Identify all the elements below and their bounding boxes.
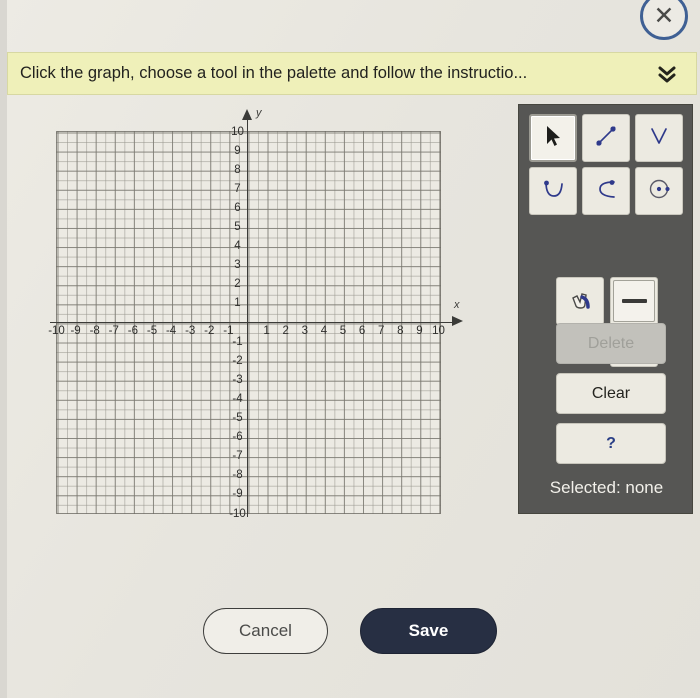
circle-with-center-icon <box>643 173 675 210</box>
y-tick-label: -6 <box>232 431 243 444</box>
absolute-value-tool[interactable] <box>635 114 683 162</box>
y-tick-label: -4 <box>232 392 243 405</box>
page-left-edge <box>0 0 7 698</box>
close-button[interactable]: ✕ <box>640 0 688 40</box>
parabola-tool[interactable] <box>529 167 577 215</box>
y-tick-label: 9 <box>234 144 241 157</box>
y-tick-label: 10 <box>231 125 244 138</box>
clear-button[interactable]: Clear <box>556 373 666 414</box>
sideways-parabola-tool[interactable] <box>582 167 630 215</box>
y-axis-label: y <box>256 107 262 119</box>
pointer-tool[interactable] <box>529 114 577 162</box>
x-axis <box>50 322 454 323</box>
y-tick-label: -5 <box>232 412 243 424</box>
y-tick-label: -10 <box>229 507 246 520</box>
x-tick-label: 3 <box>301 324 308 337</box>
help-button[interactable]: ? <box>556 423 666 464</box>
x-tick-label: 10 <box>432 324 445 337</box>
x-tick-label: -8 <box>89 324 100 337</box>
y-tick-label: 7 <box>234 182 241 195</box>
tool-palette: Delete Clear ? Selected: none <box>518 104 693 514</box>
cancel-button[interactable]: Cancel <box>203 608 328 654</box>
coordinate-graph[interactable]: x y -10 -9 -8 -7 -6 -5 -4 -3 -2 -1 1 2 3 4 5 6 7 8 9 10 10 9 8… <box>48 107 463 520</box>
x-tick-label: -10 <box>48 324 65 337</box>
x-tick-label: 1 <box>263 324 270 337</box>
x-tick-label: 5 <box>339 324 347 337</box>
y-tick-label: 6 <box>234 201 241 214</box>
footer-actions: Cancel Save <box>0 608 700 654</box>
x-tick-label: 6 <box>358 324 366 337</box>
x-tick-label: -7 <box>108 324 119 337</box>
double-chevron-down-icon[interactable] <box>650 57 684 91</box>
x-tick-label: 4 <box>320 324 328 337</box>
x-tick-label: -6 <box>127 324 139 337</box>
x-tick-label: -2 <box>204 324 215 337</box>
line-segment-icon <box>590 120 622 157</box>
y-tick-label: -2 <box>232 354 243 367</box>
x-tick-label: 7 <box>377 324 385 337</box>
x-axis-label: x <box>454 299 460 311</box>
y-tick-label: 1 <box>234 297 241 310</box>
x-tick-label: 2 <box>282 324 289 337</box>
y-tick-label: -3 <box>232 373 243 386</box>
delete-button[interactable]: Delete <box>556 323 666 364</box>
y-tick-label: -8 <box>232 469 243 482</box>
y-tick-label: 4 <box>234 240 241 253</box>
y-tick-label: 2 <box>234 278 241 291</box>
selected-status: Selected: none <box>549 478 664 497</box>
y-tick-label: -9 <box>232 488 243 501</box>
y-tick-label: 8 <box>234 163 241 176</box>
y-axis <box>247 113 248 517</box>
line-tool[interactable] <box>582 114 630 162</box>
tool-grid <box>529 114 685 215</box>
save-button[interactable]: Save <box>360 608 497 654</box>
y-axis-arrow-icon <box>242 109 252 120</box>
x-tick-label: -3 <box>185 324 196 337</box>
solid-line-style[interactable] <box>613 280 655 323</box>
x-tick-label: -9 <box>70 324 81 337</box>
x-axis-arrow-icon <box>452 316 463 326</box>
u-parabola-icon <box>537 173 569 210</box>
v-shape-icon <box>643 120 675 157</box>
instruction-text: Click the graph, choose a tool in the pa… <box>20 64 528 82</box>
instruction-banner[interactable]: Click the graph, choose a tool in the pa… <box>7 52 697 95</box>
solid-line-icon <box>621 299 647 304</box>
x-tick-label: 8 <box>397 324 404 337</box>
drag-tool[interactable] <box>556 277 604 325</box>
y-tick-label: 5 <box>234 221 241 233</box>
circle-tool[interactable] <box>635 167 683 215</box>
x-tick-label: 9 <box>416 324 423 337</box>
y-tick-label: -7 <box>232 450 243 463</box>
arrow-cursor-icon <box>538 121 568 156</box>
y-tick-label: 3 <box>234 259 241 272</box>
y-tick-label: -1 <box>232 335 243 348</box>
x-tick-label: -5 <box>146 324 158 337</box>
x-tick-label: -4 <box>165 324 177 337</box>
close-icon: ✕ <box>653 1 675 30</box>
c-parabola-icon <box>590 173 622 210</box>
hand-drag-icon <box>572 293 590 309</box>
